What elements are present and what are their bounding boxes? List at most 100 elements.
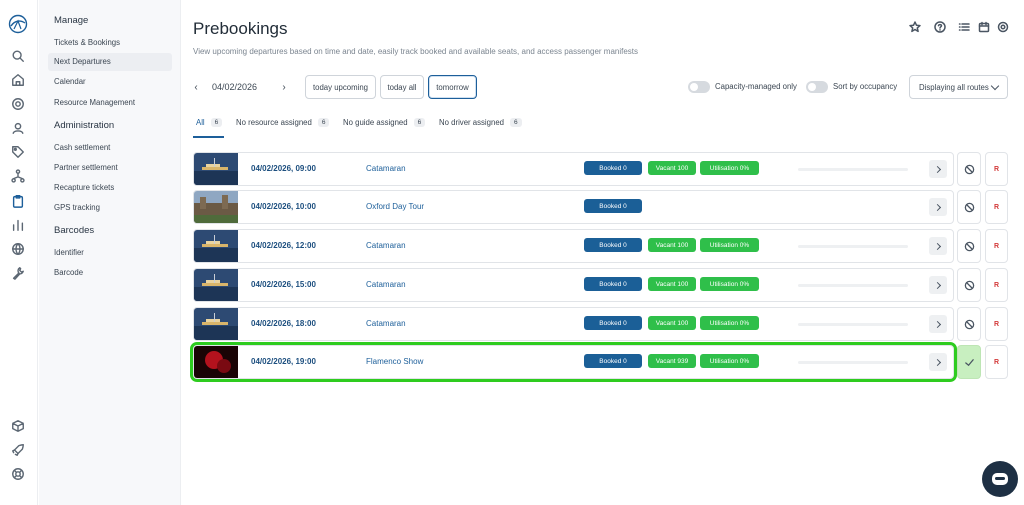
- resource-button[interactable]: R: [985, 190, 1008, 224]
- utilisation-badge: Utilisation 0%: [700, 354, 759, 368]
- departure-thumbnail: [194, 308, 238, 340]
- utilisation-badge: Utilisation 0%: [700, 316, 759, 330]
- app-logo-icon[interactable]: [8, 14, 28, 34]
- departure-row[interactable]: 04/02/2026, 12:00 Catamaran Booked 0 Vacant…: [193, 229, 954, 263]
- globe-icon[interactable]: [10, 241, 26, 257]
- next-date-button[interactable]: ›: [278, 80, 290, 94]
- menu-item-calendar[interactable]: Calendar: [48, 73, 172, 91]
- tab-all[interactable]: All 6: [196, 118, 223, 127]
- star-icon[interactable]: [908, 20, 922, 34]
- tab-no-guide[interactable]: No guide assigned 6: [343, 118, 426, 127]
- menu-section-barcodes: Barcodes: [54, 225, 95, 236]
- open-departure-button[interactable]: [929, 237, 947, 255]
- departure-name[interactable]: Catamaran: [366, 164, 406, 173]
- resource-button[interactable]: R: [985, 229, 1008, 263]
- block-departure-button[interactable]: [957, 268, 981, 302]
- tab-count: 6: [210, 118, 223, 127]
- home-icon[interactable]: [10, 72, 26, 88]
- check-icon: [964, 358, 974, 366]
- search-icon[interactable]: [10, 48, 26, 64]
- resource-button[interactable]: R: [985, 152, 1008, 186]
- tab-no-resource[interactable]: No resource assigned 6: [236, 118, 330, 127]
- confirmed-button[interactable]: [957, 345, 981, 379]
- open-departure-button[interactable]: [929, 198, 947, 216]
- menu-item-cash-settlement[interactable]: Cash settlement: [48, 139, 172, 157]
- sort-occupancy-label: Sort by occupancy: [833, 82, 898, 91]
- resource-button[interactable]: R: [985, 345, 1008, 379]
- capacity-managed-toggle[interactable]: [688, 81, 710, 93]
- routes-select[interactable]: Displaying all routes: [909, 75, 1008, 99]
- menu-section-manage: Manage: [54, 15, 89, 26]
- menu-item-next-departures[interactable]: Next Departures: [48, 53, 172, 71]
- tab-count: 6: [413, 118, 426, 127]
- tomorrow-button[interactable]: tomorrow: [428, 75, 477, 99]
- tab-no-driver[interactable]: No driver assigned 6: [439, 118, 522, 127]
- menu-item-resource-management[interactable]: Resource Management: [48, 94, 172, 112]
- list-icon[interactable]: [957, 20, 971, 34]
- tab-label: No driver assigned: [439, 118, 505, 127]
- departure-name[interactable]: Oxford Day Tour: [366, 202, 424, 211]
- sort-occupancy-toggle[interactable]: [806, 81, 828, 93]
- menu-section-administration: Administration: [54, 120, 115, 131]
- block-departure-button[interactable]: [957, 229, 981, 263]
- chat-button[interactable]: [982, 461, 1018, 497]
- clipboard-icon[interactable]: [10, 193, 26, 209]
- rocket-icon[interactable]: [10, 442, 26, 458]
- booked-badge: Booked 0: [584, 354, 642, 368]
- menu-item-identifier[interactable]: Identifier: [48, 244, 172, 262]
- menu-item-partner-settlement[interactable]: Partner settlement: [48, 159, 172, 177]
- date-display: 04/02/2026: [212, 82, 258, 92]
- tab-count: 6: [510, 118, 522, 127]
- page-subtitle: View upcoming departures based on time a…: [193, 47, 639, 56]
- menu-item-gps-tracking[interactable]: GPS tracking: [48, 199, 172, 217]
- help-icon[interactable]: [933, 20, 947, 34]
- departure-datetime: 04/02/2026, 15:00: [251, 280, 316, 289]
- wrench-icon[interactable]: [10, 265, 26, 281]
- vacant-badge: Vacant 100: [648, 161, 696, 175]
- departure-row[interactable]: 04/02/2026, 09:00 Catamaran Booked 0 Vacant…: [193, 152, 954, 186]
- departure-name[interactable]: Catamaran: [366, 241, 406, 250]
- departure-name[interactable]: Flamenco Show: [366, 357, 423, 366]
- today-all-button[interactable]: today all: [380, 75, 424, 99]
- menu-item-barcode[interactable]: Barcode: [48, 264, 172, 282]
- block-departure-button[interactable]: [957, 190, 981, 224]
- menu-item-tickets-bookings[interactable]: Tickets & Bookings: [48, 34, 172, 52]
- utilisation-bar: [798, 245, 908, 248]
- departure-datetime: 04/02/2026, 19:00: [251, 357, 316, 366]
- departure-datetime: 04/02/2026, 09:00: [251, 164, 316, 173]
- block-icon: [964, 280, 974, 290]
- departure-row[interactable]: 04/02/2026, 15:00 Catamaran Booked 0 Vacant…: [193, 268, 954, 302]
- open-departure-button[interactable]: [929, 276, 947, 294]
- menu-item-recapture-tickets[interactable]: Recapture tickets: [48, 179, 172, 197]
- departure-row[interactable]: 04/02/2026, 19:00 Flamenco Show Booked 0 Va…: [190, 342, 957, 382]
- tab-count: 6: [317, 118, 330, 127]
- resource-button[interactable]: R: [985, 307, 1008, 341]
- open-departure-button[interactable]: [929, 160, 947, 178]
- tag-icon[interactable]: [10, 144, 26, 160]
- settings-icon[interactable]: [996, 20, 1010, 34]
- departure-row[interactable]: 04/02/2026, 18:00 Catamaran Booked 0 Vacant…: [193, 307, 954, 341]
- utilisation-bar: [798, 361, 908, 364]
- chevron-right-icon: [933, 242, 941, 250]
- chart-icon[interactable]: [10, 217, 26, 233]
- open-departure-button[interactable]: [929, 315, 947, 333]
- resource-button[interactable]: R: [985, 268, 1008, 302]
- departure-thumbnail: [194, 153, 238, 185]
- block-departure-button[interactable]: [957, 152, 981, 186]
- prev-date-button[interactable]: ‹: [190, 80, 202, 94]
- departure-row[interactable]: 04/02/2026, 10:00 Oxford Day Tour Booked 0: [193, 190, 954, 224]
- network-icon[interactable]: [10, 168, 26, 184]
- gear-icon[interactable]: [10, 96, 26, 112]
- user-icon[interactable]: [10, 120, 26, 136]
- lifebuoy-icon[interactable]: [10, 466, 26, 482]
- departure-name[interactable]: Catamaran: [366, 280, 406, 289]
- capacity-managed-label: Capacity-managed only: [715, 82, 797, 91]
- open-departure-button[interactable]: [929, 353, 947, 371]
- side-menu: Manage Tickets & Bookings Next Departure…: [39, 0, 181, 505]
- departure-name[interactable]: Catamaran: [366, 319, 406, 328]
- active-tab-indicator: [193, 136, 224, 138]
- today-upcoming-button[interactable]: today upcoming: [305, 75, 376, 99]
- block-departure-button[interactable]: [957, 307, 981, 341]
- cube-icon[interactable]: [10, 418, 26, 434]
- calendar-icon[interactable]: [977, 20, 991, 34]
